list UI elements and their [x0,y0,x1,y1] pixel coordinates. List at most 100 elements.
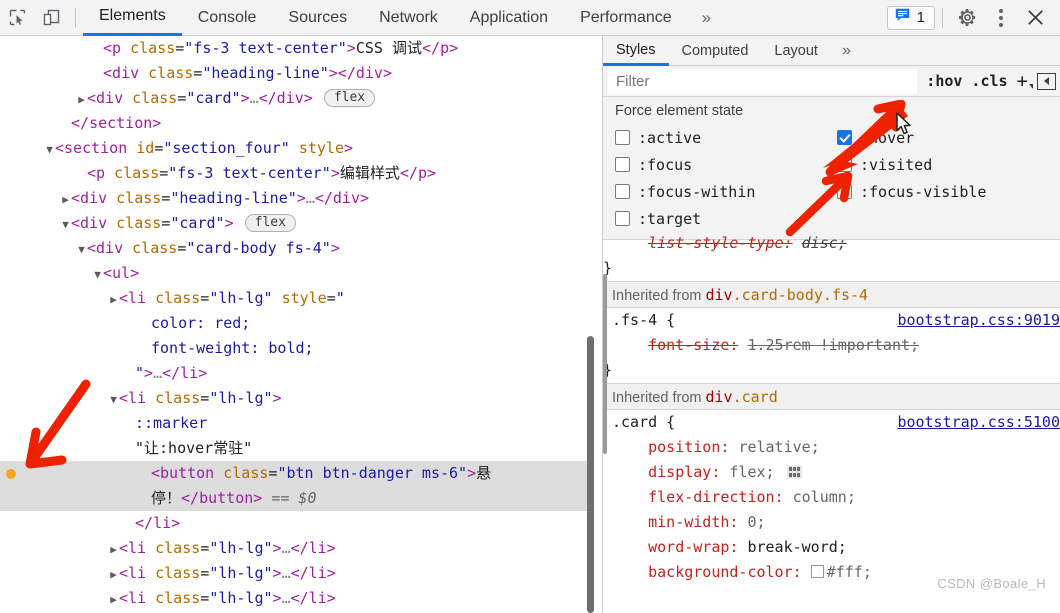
dom-node-row[interactable]: ▼ <section id="section_four" style> [0,136,594,161]
dom-node-row[interactable]: ▼ <div class="card-body fs-4"> [0,236,594,261]
element-classes-button[interactable]: .cls [971,72,1007,90]
breakpoint-marker[interactable] [6,469,16,479]
tab-computed[interactable]: Computed [669,36,762,66]
tab-elements[interactable]: Elements [83,0,182,36]
tab-performance[interactable]: Performance [564,0,688,36]
twisty-expanded-icon[interactable]: ▼ [92,262,103,287]
dom-node-row[interactable]: ▶ <li class="lh-lg">…</li> [0,561,594,586]
checkbox-hover[interactable]: :hover [837,124,1060,151]
css-value[interactable]: 1.25rem !important [747,336,910,354]
checkbox-box[interactable] [615,184,630,199]
css-value[interactable]: #fff [827,563,863,581]
css-property[interactable]: font-size [648,336,729,354]
css-property[interactable]: position [648,438,720,456]
dom-node-row[interactable]: ▶ <div class="heading-line">…</div> [0,186,594,211]
checkbox-box[interactable] [837,157,852,172]
css-rule-partial[interactable]: list-style-type: disc;} [603,231,1060,281]
twisty-expanded-icon[interactable]: ▼ [44,137,55,162]
css-close-brace[interactable]: } [603,358,1060,383]
css-value[interactable]: relative [738,438,810,456]
inherited-from-element[interactable]: div [706,286,733,304]
twisty-collapsed-icon[interactable]: ▶ [108,587,119,612]
css-close-brace[interactable]: } [603,256,1060,281]
twisty-collapsed-icon[interactable]: ▶ [108,287,119,312]
gear-icon[interactable] [950,3,984,33]
twisty-collapsed-icon[interactable]: ▶ [108,562,119,587]
tab-sources[interactable]: Sources [272,0,363,36]
checkbox-visited[interactable]: :visited [837,151,1060,178]
message-count-button[interactable]: 1 [886,5,935,30]
css-value[interactable]: 0 [747,513,756,531]
tab-application[interactable]: Application [454,0,564,36]
css-declaration[interactable]: list-style-type: disc; [612,231,1060,256]
css-rule[interactable]: .card { bootstrap.css:5100 position: rela… [603,410,1060,585]
inherited-from-classes[interactable]: .card-body.fs-4 [733,286,868,304]
color-swatch[interactable] [810,565,824,578]
close-icon[interactable] [1018,3,1052,33]
css-value[interactable]: disc [802,234,838,252]
dom-node-row[interactable]: font-weight: bold; [0,336,594,361]
css-declaration[interactable]: position: relative; [612,435,1060,460]
dom-node-row-selected[interactable]: <button class="btn btn-danger ms-6">悬 [0,461,594,486]
twisty-collapsed-icon[interactable]: ▶ [60,187,71,212]
dom-node-row-selected[interactable]: 停！</button> == $0 [0,486,594,511]
scrollbar-thumb[interactable] [587,336,594,613]
tab-console[interactable]: Console [182,0,273,36]
css-property[interactable]: background-color [648,563,793,581]
checkbox-focus-visible[interactable]: :focus-visible [837,178,1060,205]
dom-node-row[interactable]: ▼ <ul> [0,261,594,286]
dom-node-row[interactable]: color: red; [0,311,594,336]
tab-styles[interactable]: Styles [603,36,669,66]
dom-node-row[interactable]: ▼ <div class="card"> flex [0,211,594,236]
css-property[interactable]: display [648,463,711,481]
checkbox-box[interactable] [615,157,630,172]
twisty-expanded-icon[interactable]: ▼ [60,212,71,237]
checkbox-focus-within[interactable]: :focus-within [615,178,837,205]
css-rules-list[interactable]: list-style-type: disc;} Inherited from di… [603,231,1060,585]
checkbox-focus[interactable]: :focus [615,151,837,178]
force-state-toggle-button[interactable]: :hov [926,72,962,90]
twisty-collapsed-icon[interactable]: ▶ [108,537,119,562]
inspect-element-icon[interactable] [0,3,34,33]
css-selector[interactable]: .card { [612,413,675,431]
css-declaration[interactable]: display: flex; [612,460,1060,485]
dom-node-row[interactable]: ">…</li> [0,361,594,386]
dom-node-row[interactable]: ▶ <div class="card">…</div> flex [0,86,594,111]
dom-node-row[interactable]: <p class="fs-3 text-center">编辑样式</p> [0,161,594,186]
checkbox-box[interactable] [837,130,852,145]
css-value[interactable]: column [793,488,847,506]
styles-more-tabs-icon[interactable]: » [831,36,862,65]
css-value[interactable]: break-word [747,538,837,556]
css-property[interactable]: word-wrap [648,538,729,556]
css-value[interactable]: flex [729,463,765,481]
css-source-link[interactable]: bootstrap.css:5100 [897,410,1060,435]
css-property[interactable]: flex-direction [648,488,774,506]
dom-node-row[interactable]: ::marker [0,411,594,436]
panel-divider[interactable] [594,36,603,613]
css-selector[interactable]: .fs-4 { [612,311,675,329]
css-source-link[interactable]: bootstrap.css:9019 [897,308,1060,333]
checkbox-target[interactable]: :target [615,205,837,232]
checkbox-box[interactable] [615,130,630,145]
filter-input[interactable] [608,68,918,94]
dom-node-row[interactable]: <div class="heading-line"></div> [0,61,594,86]
dom-node-row[interactable]: ▶ <li class="lh-lg">…</li> [0,536,594,561]
checkbox-active[interactable]: :active [615,124,837,151]
new-style-rule-button[interactable]: + [1017,70,1033,92]
dom-tree-scrollbar[interactable] [587,36,594,613]
checkbox-box[interactable] [615,211,630,226]
tab-layout[interactable]: Layout [761,36,831,66]
css-declaration[interactable]: font-size: 1.25rem !important; [612,333,1060,358]
checkbox-box[interactable] [837,184,852,199]
twisty-collapsed-icon[interactable]: ▶ [76,87,87,112]
css-property[interactable]: list-style-type [648,234,783,252]
css-rule-header[interactable]: .card { bootstrap.css:5100 [612,410,1060,435]
twisty-expanded-icon[interactable]: ▼ [108,387,119,412]
dom-node-row[interactable]: ▶ <li class="lh-lg" style=" [0,286,594,311]
dom-tree-panel[interactable]: <p class="fs-3 text-center">CSS 调试</p> <d… [0,36,594,613]
device-toolbar-icon[interactable] [34,3,68,33]
css-property[interactable]: min-width [648,513,729,531]
css-rule-header[interactable]: .fs-4 { bootstrap.css:9019 [612,308,1060,333]
dom-node-row[interactable]: <p class="fs-3 text-center">CSS 调试</p> [0,36,594,61]
css-rule[interactable]: .fs-4 { bootstrap.css:9019 font-size: 1.2… [603,308,1060,383]
